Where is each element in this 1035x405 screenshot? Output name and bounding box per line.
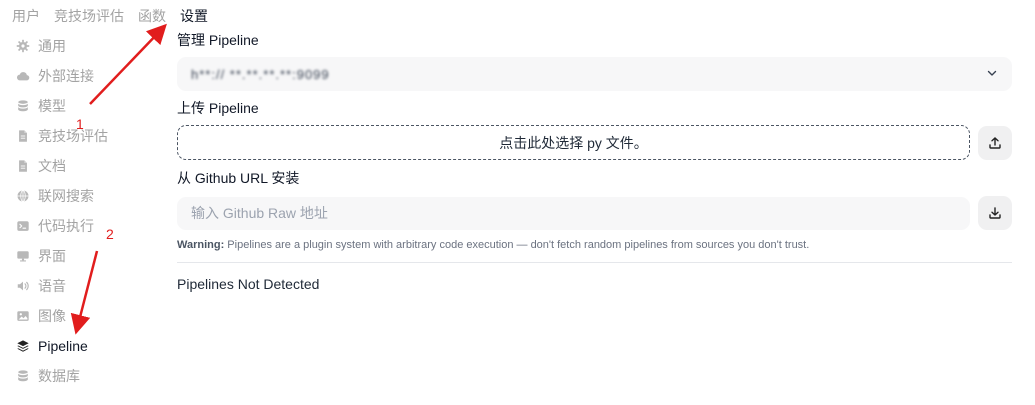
sidebar-item-general[interactable]: 通用 xyxy=(16,31,156,61)
sidebar-item-label: 文档 xyxy=(38,158,66,174)
security-warning: Warning: Pipelines are a plugin system w… xyxy=(177,239,1012,251)
document-icon xyxy=(16,129,30,143)
sidebar-item-documents[interactable]: 文档 xyxy=(16,151,156,181)
sidebar-item-images[interactable]: 图像 xyxy=(16,301,156,331)
sidebar-item-label: 联网搜索 xyxy=(38,188,94,204)
sidebar-item-web-search[interactable]: 联网搜索 xyxy=(16,181,156,211)
sidebar-item-label: 界面 xyxy=(38,248,66,264)
install-download-button[interactable] xyxy=(978,196,1012,230)
pipeline-settings-panel: 管理 Pipeline h**:// **.**.**.**:9099 上传 P… xyxy=(177,30,1012,292)
pipelines-status: Pipelines Not Detected xyxy=(177,276,320,292)
sidebar-item-label: 外部连接 xyxy=(38,68,94,84)
chevron-down-icon xyxy=(986,67,998,82)
annotation-marker-2: 2 xyxy=(106,226,114,242)
database-icon xyxy=(16,99,30,113)
upload-file-dropzone[interactable]: 点击此处选择 py 文件。 xyxy=(177,125,970,160)
upload-pipeline-label: 上传 Pipeline xyxy=(177,100,259,116)
sidebar-item-pipeline[interactable]: Pipeline xyxy=(16,331,156,361)
github-install-label: 从 Github URL 安装 xyxy=(177,170,300,186)
manage-pipeline-label: 管理 Pipeline xyxy=(177,32,259,48)
sidebar-item-models[interactable]: 模型 xyxy=(16,91,156,121)
pipeline-select[interactable]: h**:// **.**.**.**:9099 xyxy=(177,57,1012,91)
gear-icon xyxy=(16,39,30,53)
monitor-icon xyxy=(16,249,30,263)
terminal-icon xyxy=(16,219,30,233)
annotation-marker-1: 1 xyxy=(76,116,84,132)
layers-icon xyxy=(16,339,30,353)
sidebar-item-label: 图像 xyxy=(38,308,66,324)
upload-icon xyxy=(988,136,1002,150)
speaker-icon xyxy=(16,279,30,293)
sidebar-item-label: 语音 xyxy=(38,278,66,294)
sidebar-item-label: 数据库 xyxy=(38,368,80,384)
sidebar-item-connections[interactable]: 外部连接 xyxy=(16,61,156,91)
github-url-input[interactable] xyxy=(177,196,970,230)
sidebar-item-label: 代码执行 xyxy=(38,218,94,234)
sidebar-item-interface[interactable]: 界面 xyxy=(16,241,156,271)
settings-sidebar: 通用 外部连接 模型 竞技场评估 文档 联网搜索 代码执行 界面 语音 图像 P… xyxy=(16,31,156,391)
tab-users[interactable]: 用户 xyxy=(12,6,40,26)
top-tabs: 用户 竞技场评估 函数 设置 xyxy=(12,6,208,26)
sidebar-item-label: 模型 xyxy=(38,98,66,114)
document-icon xyxy=(16,159,30,173)
tab-arena-evaluation[interactable]: 竞技场评估 xyxy=(54,6,124,26)
divider xyxy=(177,262,1012,263)
tab-settings[interactable]: 设置 xyxy=(180,6,208,26)
sidebar-item-database[interactable]: 数据库 xyxy=(16,361,156,391)
sidebar-item-label: 通用 xyxy=(38,38,66,54)
globe-icon xyxy=(16,189,30,203)
warning-text: Pipelines are a plugin system with arbit… xyxy=(224,239,810,251)
sidebar-item-label: Pipeline xyxy=(38,338,88,354)
warning-title: Warning: xyxy=(177,239,225,251)
image-icon xyxy=(16,309,30,323)
cloud-icon xyxy=(16,69,30,83)
sidebar-item-audio[interactable]: 语音 xyxy=(16,271,156,301)
pipeline-select-value: h**:// **.**.**.**:9099 xyxy=(191,66,330,82)
download-icon xyxy=(988,206,1002,220)
database-icon xyxy=(16,369,30,383)
tab-functions[interactable]: 函数 xyxy=(138,6,166,26)
sidebar-item-arena-evaluation[interactable]: 竞技场评估 xyxy=(16,121,156,151)
sidebar-item-label: 竞技场评估 xyxy=(38,128,108,144)
sidebar-item-code-execution[interactable]: 代码执行 xyxy=(16,211,156,241)
upload-button[interactable] xyxy=(978,125,1012,160)
